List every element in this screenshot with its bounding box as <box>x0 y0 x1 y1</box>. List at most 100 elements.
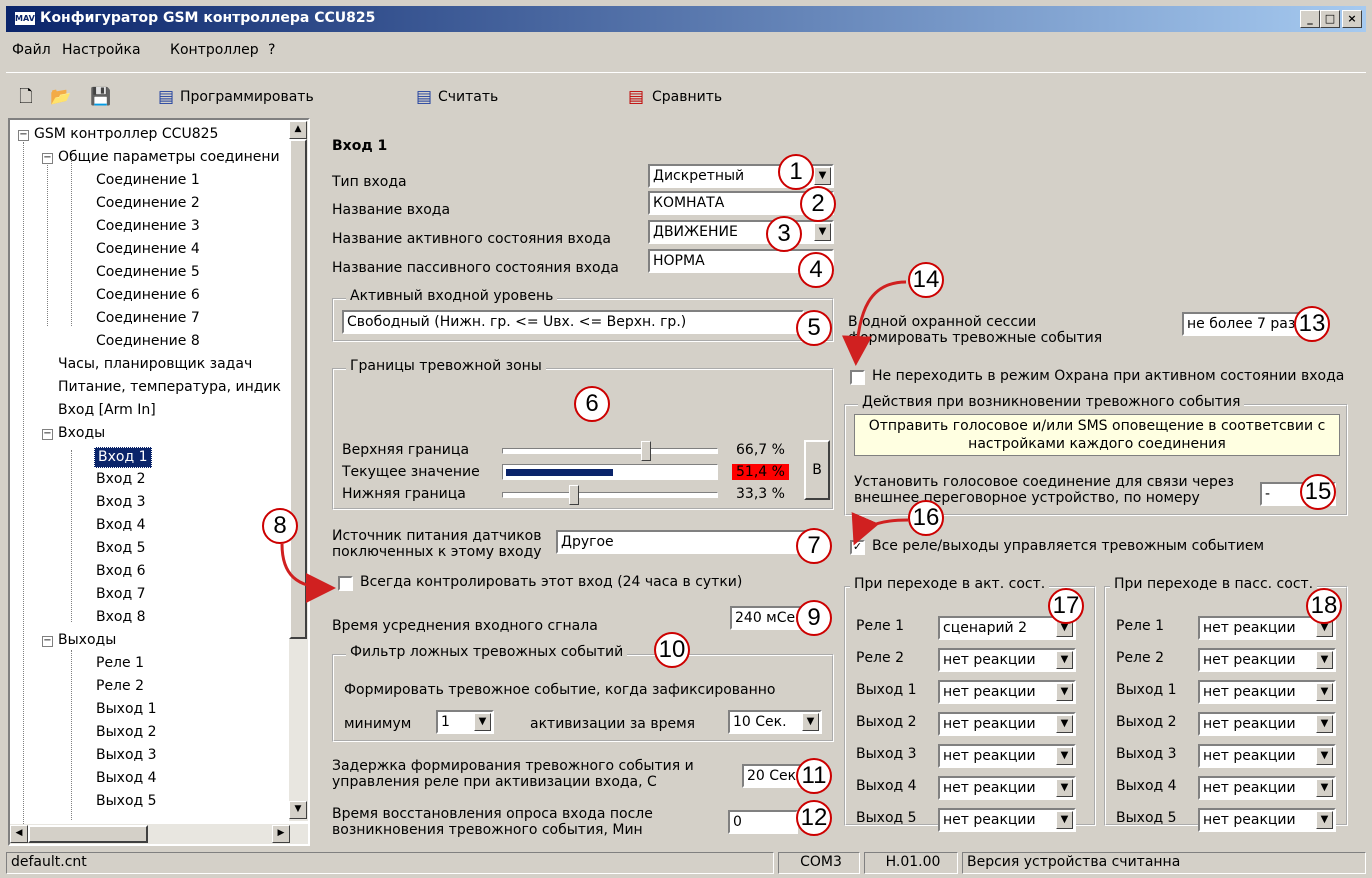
save-icon[interactable]: 💾 <box>90 87 111 107</box>
tree-connection[interactable]: Соединение 8 <box>96 330 200 353</box>
activations-select[interactable]: 10 Сек. ▼ <box>728 710 822 734</box>
menu-settings[interactable]: Настройка <box>62 42 141 58</box>
active-transition-reaction-select[interactable]: нет реакции ▼ <box>938 680 1076 704</box>
tree-output[interactable]: Выход 5 <box>96 790 157 813</box>
tree-outputs[interactable]: Выходы <box>58 629 116 652</box>
scroll-thumb[interactable] <box>289 139 307 639</box>
passive-transition-reaction-select[interactable]: нет реакции ▼ <box>1198 808 1336 832</box>
dropdown-arrow-icon[interactable]: ▼ <box>1056 683 1073 701</box>
tree-output[interactable]: Выход 3 <box>96 744 157 767</box>
program-button[interactable]: Программировать <box>180 89 314 105</box>
dropdown-arrow-icon[interactable]: ▼ <box>1056 811 1073 829</box>
active-transition-reaction-select[interactable]: нет реакции ▼ <box>938 776 1076 800</box>
tree-input[interactable]: Вход 8 <box>96 606 146 629</box>
collapse-icon[interactable]: − <box>42 153 53 164</box>
active-level-select[interactable]: Свободный (Нижн. гр. <= Uвх. <= Верхн. г… <box>342 310 804 334</box>
dropdown-arrow-icon[interactable]: ▼ <box>1316 811 1333 829</box>
lower-bound-slider[interactable] <box>502 492 718 498</box>
active-transition-reaction-select[interactable]: нет реакции ▼ <box>938 744 1076 768</box>
tree-connection[interactable]: Соединение 3 <box>96 215 200 238</box>
active-transition-reaction-select[interactable]: нет реакции ▼ <box>938 808 1076 832</box>
restore-field[interactable]: 0 <box>728 810 798 834</box>
tree-power[interactable]: Питание, температура, индик <box>58 376 281 399</box>
active-transition-reaction-select[interactable]: нет реакции ▼ <box>938 648 1076 672</box>
tree-input[interactable]: Вход 2 <box>96 468 146 491</box>
no-guard-mode-checkbox[interactable] <box>850 370 865 385</box>
dropdown-arrow-icon[interactable]: ▼ <box>1316 651 1333 669</box>
delay-field[interactable]: 20 Сек <box>742 764 804 788</box>
dropdown-arrow-icon[interactable]: ▼ <box>1316 715 1333 733</box>
units-button[interactable]: В <box>804 440 830 500</box>
collapse-icon[interactable]: − <box>42 429 53 440</box>
program-icon[interactable]: ▤ <box>156 87 176 107</box>
tree-input[interactable]: Вход 7 <box>96 583 146 606</box>
scroll-down-icon[interactable]: ▼ <box>289 801 307 819</box>
passive-transition-reaction-select[interactable]: нет реакции ▼ <box>1198 776 1336 800</box>
scroll-left-icon[interactable]: ◀ <box>10 825 28 843</box>
menu-file[interactable]: Файл <box>12 42 51 58</box>
dropdown-arrow-icon[interactable]: ▼ <box>1056 651 1073 669</box>
menu-controller[interactable]: Контроллер <box>170 42 259 58</box>
horizontal-scrollbar[interactable]: ◀ ▶ <box>10 824 308 844</box>
active-state-select[interactable]: ДВИЖЕНИЕ ▼ <box>648 220 834 244</box>
tree-connection[interactable]: Соединение 1 <box>96 169 200 192</box>
dropdown-arrow-icon[interactable]: ▼ <box>802 713 819 731</box>
tree-arm-in[interactable]: Вход [Arm In] <box>58 399 156 422</box>
always-control-checkbox[interactable] <box>338 576 353 591</box>
tree-connection[interactable]: Соединение 7 <box>96 307 200 330</box>
tree-output[interactable]: Выход 2 <box>96 721 157 744</box>
tree-input[interactable]: Вход 4 <box>96 514 146 537</box>
active-transition-reaction-select[interactable]: нет реакции ▼ <box>938 712 1076 736</box>
read-icon[interactable]: ▤ <box>414 87 434 107</box>
open-folder-icon[interactable]: 📂 <box>50 87 71 107</box>
scroll-thumb[interactable] <box>28 825 148 843</box>
tree-input[interactable]: Вход 5 <box>96 537 146 560</box>
averaging-field[interactable]: 240 мСек <box>730 606 806 630</box>
tree-connection[interactable]: Соединение 2 <box>96 192 200 215</box>
compare-icon[interactable]: ▤ <box>626 87 646 107</box>
dropdown-arrow-icon[interactable]: ▼ <box>1056 747 1073 765</box>
tree-clock[interactable]: Часы, планировщик задач <box>58 353 252 376</box>
dropdown-arrow-icon[interactable]: ▼ <box>814 223 831 241</box>
tree-input-selected[interactable]: Вход 1 <box>94 447 152 468</box>
tree-output[interactable]: Реле 2 <box>96 675 144 698</box>
passive-transition-reaction-select[interactable]: нет реакции ▼ <box>1198 648 1336 672</box>
tree-output[interactable]: Реле 1 <box>96 652 144 675</box>
tree-output[interactable]: Выход 4 <box>96 767 157 790</box>
minimize-button[interactable]: _ <box>1300 10 1320 28</box>
tree-inputs[interactable]: Входы <box>58 422 105 445</box>
collapse-icon[interactable]: − <box>42 636 53 647</box>
all-relays-checkbox[interactable]: ✓ <box>850 540 865 555</box>
tree-connection[interactable]: Соединение 4 <box>96 238 200 261</box>
dropdown-arrow-icon[interactable]: ▼ <box>1316 747 1333 765</box>
config-tree[interactable]: − GSM контроллер CCU825 − Общие параметр… <box>8 118 310 846</box>
sensor-power-select[interactable]: Другое <box>556 530 808 554</box>
dropdown-arrow-icon[interactable]: ▼ <box>814 167 831 185</box>
maximize-button[interactable]: □ <box>1320 10 1340 28</box>
new-file-icon[interactable]: 🗋 <box>16 87 36 107</box>
dropdown-arrow-icon[interactable]: ▼ <box>1056 779 1073 797</box>
vertical-scrollbar[interactable]: ▲ ▼ <box>289 121 308 821</box>
upper-bound-thumb[interactable] <box>641 441 652 461</box>
dropdown-arrow-icon[interactable]: ▼ <box>1056 715 1073 733</box>
collapse-icon[interactable]: − <box>18 130 29 141</box>
tree-connection[interactable]: Соединение 6 <box>96 284 200 307</box>
read-button[interactable]: Считать <box>438 89 498 105</box>
dropdown-arrow-icon[interactable]: ▼ <box>1316 683 1333 701</box>
menu-help[interactable]: ? <box>268 42 275 58</box>
passive-transition-reaction-select[interactable]: нет реакции ▼ <box>1198 680 1336 704</box>
upper-bound-slider[interactable] <box>502 448 718 454</box>
compare-button[interactable]: Сравнить <box>652 89 722 105</box>
tree-root[interactable]: GSM контроллер CCU825 <box>34 123 218 146</box>
passive-transition-reaction-select[interactable]: нет реакции ▼ <box>1198 744 1336 768</box>
scroll-right-icon[interactable]: ▶ <box>272 825 290 843</box>
dropdown-arrow-icon[interactable]: ▼ <box>1316 779 1333 797</box>
dropdown-arrow-icon[interactable]: ▼ <box>474 713 491 731</box>
tree-connection[interactable]: Соединение 5 <box>96 261 200 284</box>
close-button[interactable]: × <box>1342 10 1362 28</box>
tree-input[interactable]: Вход 3 <box>96 491 146 514</box>
tree-input[interactable]: Вход 6 <box>96 560 146 583</box>
tree-general-params[interactable]: Общие параметры соединени <box>58 146 280 169</box>
passive-transition-reaction-select[interactable]: нет реакции ▼ <box>1198 712 1336 736</box>
scroll-up-icon[interactable]: ▲ <box>289 121 307 139</box>
